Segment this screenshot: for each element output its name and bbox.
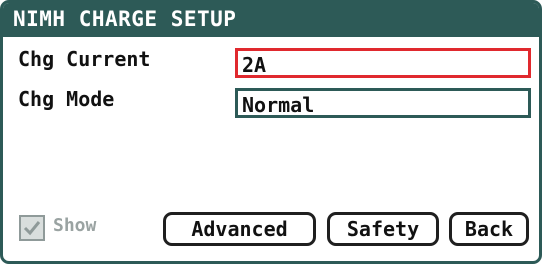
chg-mode-value: Normal [242,93,315,117]
chg-current-field[interactable]: 2A [235,48,531,78]
window-title: NIMH CHARGE SETUP [13,7,237,31]
chg-current-value: 2A [242,53,267,77]
back-button[interactable]: Back [449,212,529,246]
advanced-button[interactable]: Advanced [163,212,316,246]
safety-button[interactable]: Safety [327,212,439,246]
title-bar: NIMH CHARGE SETUP [3,3,539,37]
charge-setup-window: NIMH CHARGE SETUP Chg Current 2A Chg Mod… [0,0,542,264]
safety-button-label: Safety [346,217,420,241]
show-label: Show [53,215,97,236]
chg-current-label: Chg Current [18,47,151,71]
checkmark-icon [23,221,41,236]
chg-mode-label: Chg Mode [18,87,115,111]
advanced-button-label: Advanced [191,217,288,241]
chg-mode-field[interactable]: Normal [235,88,531,118]
show-checkbox[interactable] [19,215,45,241]
back-button-label: Back [464,217,514,241]
